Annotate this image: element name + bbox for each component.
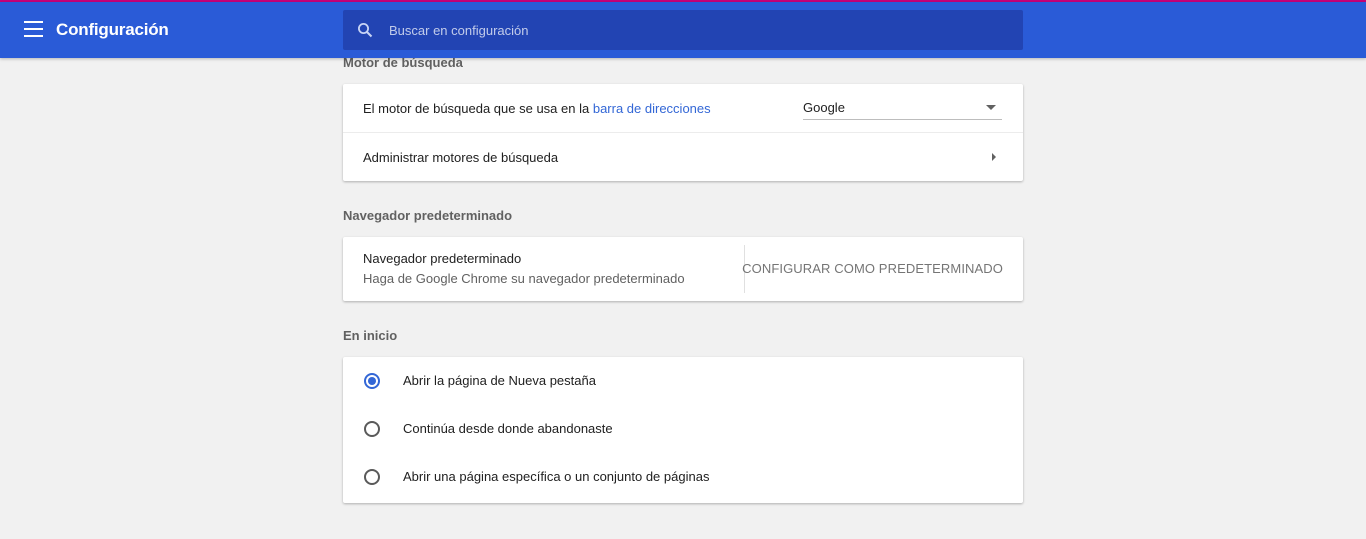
radio-label-continue[interactable]: Continúa desde donde abandonaste bbox=[403, 421, 613, 436]
default-browser-sublabel: Haga de Google Chrome su navegador prede… bbox=[363, 271, 685, 286]
page-title: Configuración bbox=[56, 20, 169, 39]
dropdown-arrow-icon bbox=[986, 105, 996, 110]
subpage-arrow-icon bbox=[992, 153, 996, 161]
default-browser-card: Navegador predeterminado Haga de Google … bbox=[343, 237, 1023, 301]
radio-continue[interactable] bbox=[364, 421, 380, 437]
section-title-default-browser: Navegador predeterminado bbox=[343, 208, 513, 223]
manage-search-engines-label: Administrar motores de búsqueda bbox=[363, 149, 559, 165]
section-title-on-startup: En inicio bbox=[343, 328, 398, 343]
on-startup-card: Abrir la página de Nueva pestaña Continú… bbox=[343, 357, 1023, 503]
address-bar-link[interactable]: barra de direcciones bbox=[593, 101, 711, 116]
radio-new-tab[interactable] bbox=[364, 373, 380, 389]
search-input[interactable] bbox=[389, 10, 1009, 50]
radio-label-specific-pages[interactable]: Abrir una página específica o un conjunt… bbox=[403, 469, 709, 484]
toolbar: Configuración bbox=[0, 2, 1366, 58]
search-engine-label: El motor de búsqueda que se usa en la ba… bbox=[363, 100, 711, 116]
radio-specific-pages[interactable] bbox=[364, 469, 380, 485]
manage-search-engines-row[interactable]: Administrar motores de búsqueda bbox=[343, 132, 1023, 181]
search-icon bbox=[358, 23, 373, 38]
hamburger-menu-icon[interactable] bbox=[24, 21, 43, 37]
radio-label-new-tab[interactable]: Abrir la página de Nueva pestaña bbox=[403, 373, 596, 388]
search-engine-row: El motor de búsqueda que se usa en la ba… bbox=[343, 84, 1023, 132]
search-engine-card: El motor de búsqueda que se usa en la ba… bbox=[343, 84, 1023, 181]
search-engine-select[interactable]: Google bbox=[803, 98, 1002, 120]
set-default-button[interactable]: CONFIGURAR COMO PREDETERMINADO bbox=[742, 261, 1003, 276]
search-engine-selected: Google bbox=[803, 100, 845, 115]
search-box[interactable] bbox=[343, 10, 1023, 50]
default-browser-label: Navegador predeterminado bbox=[363, 251, 522, 266]
